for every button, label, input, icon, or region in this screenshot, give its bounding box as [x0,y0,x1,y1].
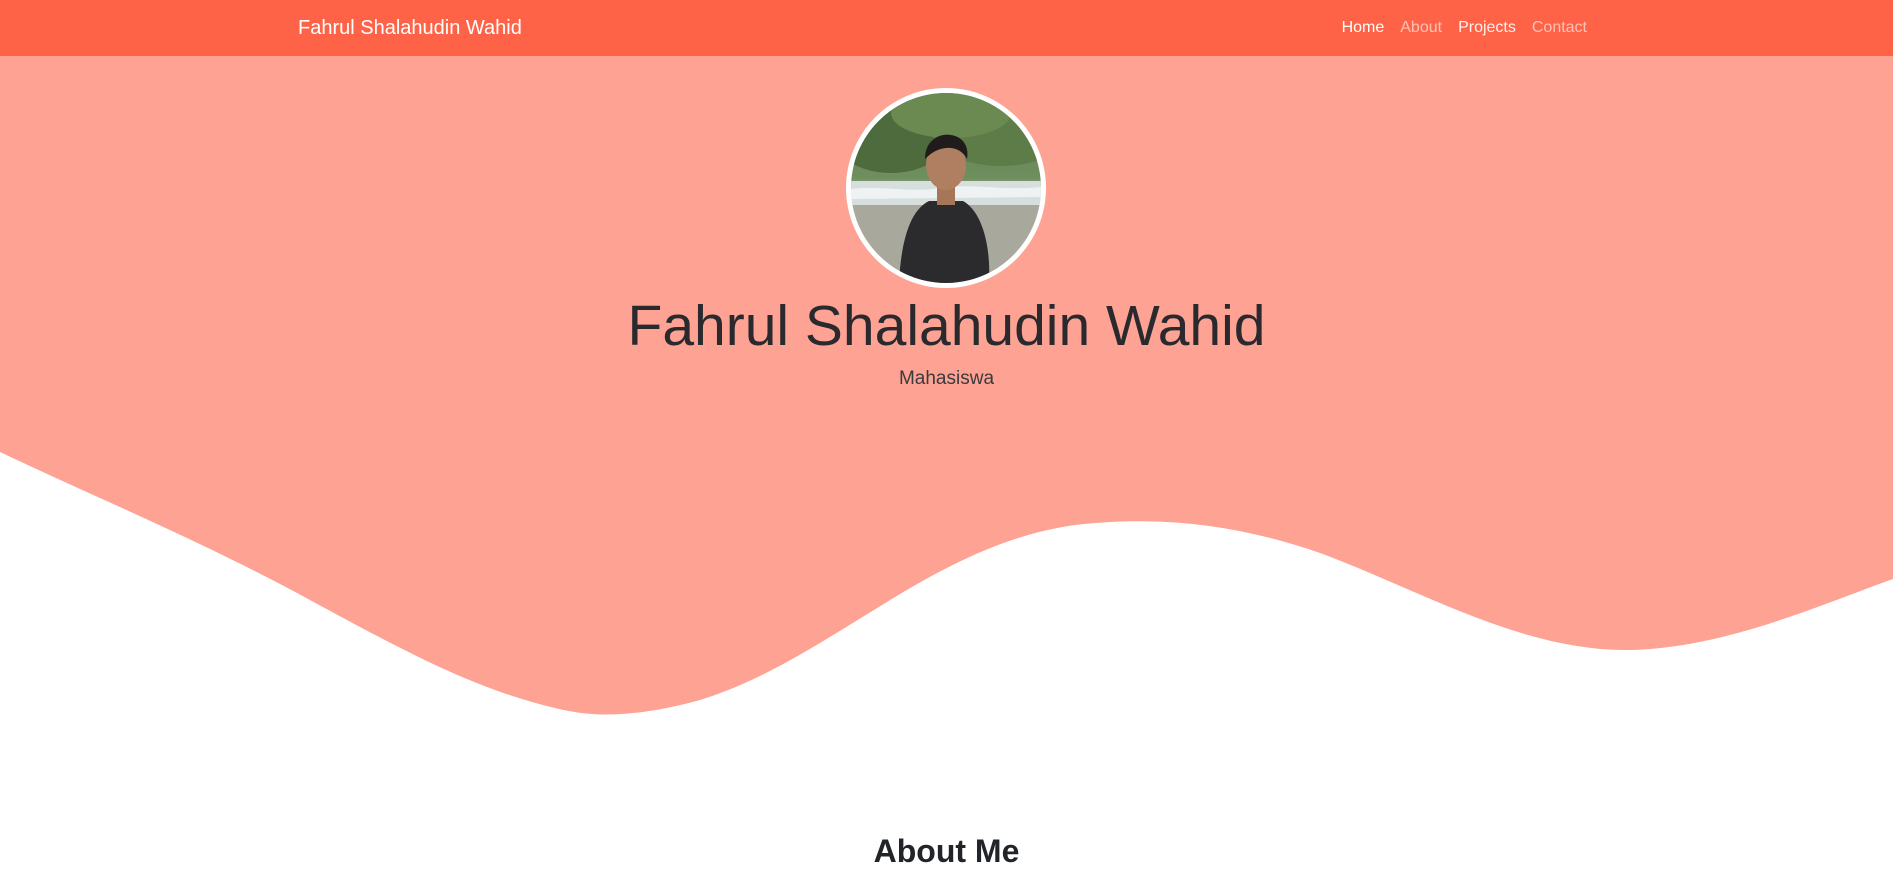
nav-link-contact[interactable]: Contact [1532,18,1587,38]
nav-link-home[interactable]: Home [1342,18,1385,38]
page: Fahrul Shalahudin Wahid Home About Proje… [0,0,1893,889]
hero-role-subtitle: Mahasiswa [898,368,995,389]
nav-link-projects[interactable]: Projects [1458,18,1516,38]
profile-photo-image [851,93,1041,283]
navbar: Fahrul Shalahudin Wahid Home About Proje… [0,0,1893,56]
nav-link-about[interactable]: About [1400,18,1442,38]
about-section-title: About Me [873,833,1020,869]
navbar-links: Home About Projects Contact [1342,18,1587,38]
profile-photo-frame [846,88,1046,288]
hero-name-heading: Fahrul Shalahudin Wahid [627,294,1266,358]
profile-photo [851,93,1041,283]
navbar-brand-link[interactable]: Fahrul Shalahudin Wahid [298,16,522,40]
